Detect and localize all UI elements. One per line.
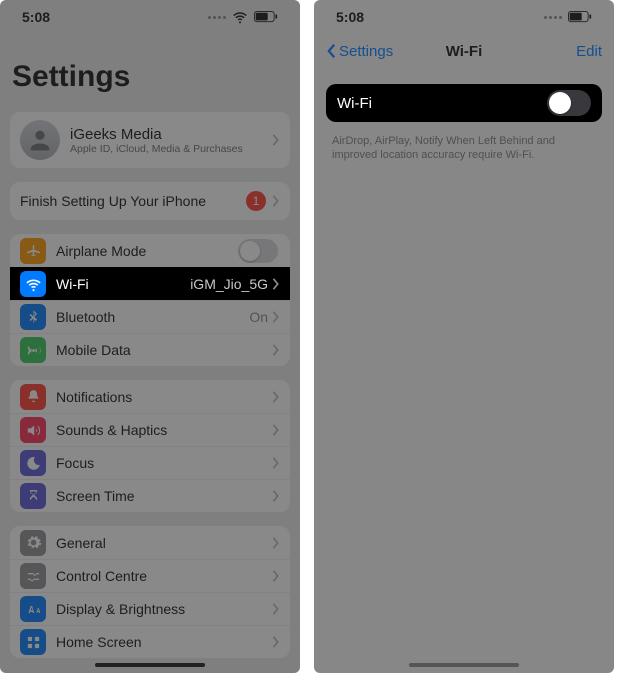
finish-setup-row[interactable]: Finish Setting Up Your iPhone 1 xyxy=(10,182,290,220)
home-indicator[interactable] xyxy=(409,663,519,667)
general-group: General Control Centre Display & Brightn… xyxy=(10,526,290,658)
battery-icon xyxy=(254,11,278,23)
chevron-right-icon xyxy=(272,311,280,323)
sliders-icon xyxy=(20,563,46,589)
screentime-row[interactable]: Screen Time xyxy=(10,479,290,512)
bluetooth-row[interactable]: Bluetooth On xyxy=(10,300,290,333)
account-group: iGeeks Media Apple ID, iCloud, Media & P… xyxy=(10,112,290,168)
wifi-label: Wi-Fi xyxy=(56,276,190,292)
home-indicator[interactable] xyxy=(95,663,205,667)
wifi-value: iGM_Jio_5G xyxy=(190,276,268,292)
control-centre-row[interactable]: Control Centre xyxy=(10,559,290,592)
grid-icon xyxy=(20,629,46,655)
chevron-right-icon xyxy=(272,457,280,469)
control-label: Control Centre xyxy=(56,568,272,584)
general-label: General xyxy=(56,535,272,551)
cellular-icon xyxy=(208,16,226,19)
chevron-right-icon xyxy=(272,195,280,207)
wifi-toggle-group: Wi-Fi xyxy=(326,84,602,122)
alerts-group: Notifications Sounds & Haptics Focus Scr… xyxy=(10,380,290,512)
status-bar: 5:08 xyxy=(314,0,614,34)
status-time: 5:08 xyxy=(336,9,364,25)
notifications-row[interactable]: Notifications xyxy=(10,380,290,413)
gear-icon xyxy=(20,530,46,556)
bell-icon xyxy=(20,384,46,410)
finish-setup-label: Finish Setting Up Your iPhone xyxy=(20,193,246,209)
status-time: 5:08 xyxy=(22,9,50,25)
chevron-right-icon xyxy=(272,570,280,582)
antenna-icon xyxy=(20,337,46,363)
chevron-right-icon xyxy=(272,537,280,549)
chevron-right-icon xyxy=(272,424,280,436)
setup-group: Finish Setting Up Your iPhone 1 xyxy=(10,182,290,220)
text-size-icon xyxy=(20,596,46,622)
back-button[interactable]: Settings xyxy=(326,43,393,60)
speaker-icon xyxy=(20,417,46,443)
airplane-label: Airplane Mode xyxy=(56,243,238,259)
display-row[interactable]: Display & Brightness xyxy=(10,592,290,625)
apple-id-row[interactable]: iGeeks Media Apple ID, iCloud, Media & P… xyxy=(10,112,290,168)
chevron-right-icon xyxy=(272,603,280,615)
status-indicators xyxy=(208,9,278,25)
airplane-toggle[interactable] xyxy=(238,239,278,263)
account-name: iGeeks Media xyxy=(70,126,272,143)
home-label: Home Screen xyxy=(56,634,272,650)
chevron-right-icon xyxy=(272,278,280,290)
nav-bar: Settings Wi-Fi Edit xyxy=(314,36,614,66)
mobile-data-row[interactable]: Mobile Data xyxy=(10,333,290,366)
focus-label: Focus xyxy=(56,455,272,471)
edit-button[interactable]: Edit xyxy=(576,43,602,60)
wifi-master-row[interactable]: Wi-Fi xyxy=(326,84,602,122)
page-title: Settings xyxy=(0,34,300,104)
general-row[interactable]: General xyxy=(10,526,290,559)
chevron-right-icon xyxy=(272,391,280,403)
chevron-right-icon xyxy=(272,134,280,146)
sounds-label: Sounds & Haptics xyxy=(56,422,272,438)
mobile-label: Mobile Data xyxy=(56,342,272,358)
wifi-row[interactable]: Wi-Fi iGM_Jio_5G xyxy=(10,267,290,300)
chevron-right-icon xyxy=(272,636,280,648)
sounds-row[interactable]: Sounds & Haptics xyxy=(10,413,290,446)
chevron-left-icon xyxy=(326,43,337,59)
chevron-right-icon xyxy=(272,490,280,502)
chevron-right-icon xyxy=(272,344,280,356)
airplane-mode-row[interactable]: Airplane Mode xyxy=(10,234,290,267)
status-indicators xyxy=(544,11,592,23)
battery-icon xyxy=(568,11,592,23)
screentime-label: Screen Time xyxy=(56,488,272,504)
wifi-detail-screen: 5:08 Settings Wi-Fi Edit Wi-Fi AirDrop, … xyxy=(314,0,614,673)
airplane-icon xyxy=(20,238,46,264)
back-label: Settings xyxy=(339,43,393,60)
notifications-label: Notifications xyxy=(56,389,272,405)
notification-badge: 1 xyxy=(246,191,266,211)
avatar xyxy=(20,120,60,160)
connectivity-group: Airplane Mode Wi-Fi iGM_Jio_5G Bluetooth… xyxy=(10,234,290,366)
homescreen-row[interactable]: Home Screen xyxy=(10,625,290,658)
cellular-icon xyxy=(544,16,562,19)
wifi-footer-note: AirDrop, AirPlay, Notify When Left Behin… xyxy=(314,128,614,163)
wifi-master-label: Wi-Fi xyxy=(337,95,547,112)
wifi-toggle[interactable] xyxy=(547,90,591,116)
status-bar: 5:08 xyxy=(0,0,300,34)
account-sub: Apple ID, iCloud, Media & Purchases xyxy=(70,143,272,155)
display-label: Display & Brightness xyxy=(56,601,272,617)
focus-row[interactable]: Focus xyxy=(10,446,290,479)
hourglass-icon xyxy=(20,483,46,509)
settings-root-screen: 5:08 Settings iGeeks Media Apple ID, iCl… xyxy=(0,0,300,673)
moon-icon xyxy=(20,450,46,476)
bluetooth-label: Bluetooth xyxy=(56,309,249,325)
wifi-status-icon xyxy=(232,9,248,25)
wifi-icon xyxy=(20,271,46,297)
bluetooth-icon xyxy=(20,304,46,330)
bluetooth-value: On xyxy=(249,309,268,325)
